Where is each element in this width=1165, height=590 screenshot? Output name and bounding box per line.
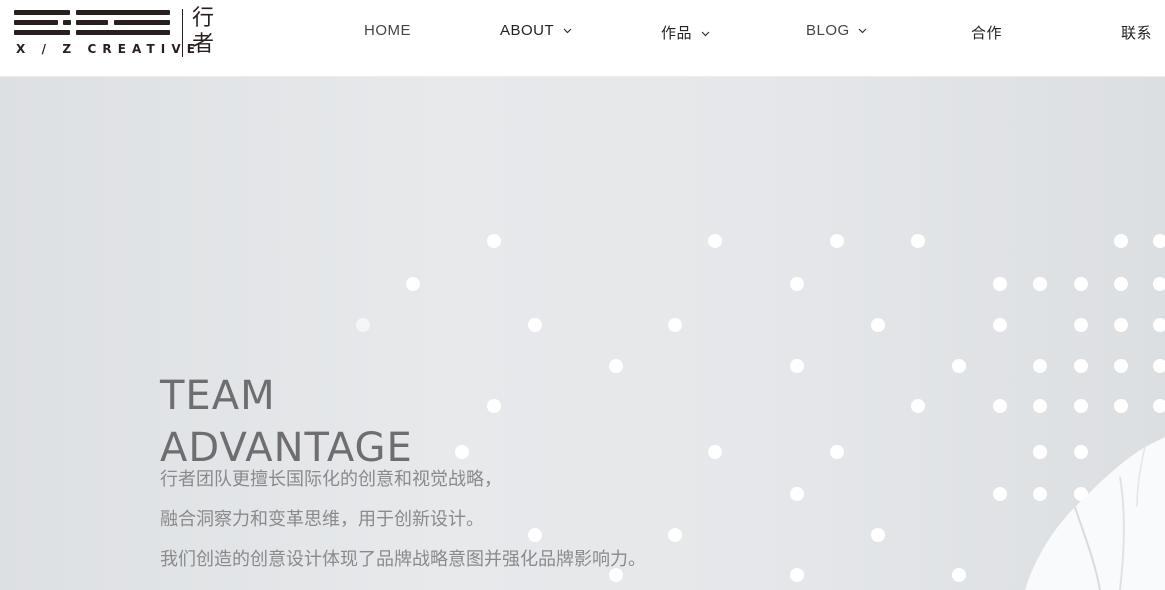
person-figure xyxy=(1025,437,1165,590)
nav-about[interactable]: ABOUT xyxy=(500,22,572,39)
nav-blog-label: BLOG xyxy=(806,22,850,39)
main-nav: HOME ABOUT 作品 BLOG 合作 联系 xyxy=(0,0,1165,64)
nav-contact-label: 联系 xyxy=(1121,25,1153,42)
hero-desc-line-1: 行者团队更擅长国际化的创意和视觉战略， xyxy=(160,469,502,489)
chevron-down-icon xyxy=(701,31,710,37)
nav-cooperate-label: 合作 xyxy=(971,25,1003,42)
nav-blog[interactable]: BLOG xyxy=(806,22,867,39)
hero-desc-line-3: 我们创造的创意设计体现了品牌战略意图并强化品牌影响力。 xyxy=(160,549,646,569)
chevron-down-icon xyxy=(858,28,867,34)
nav-home[interactable]: HOME xyxy=(364,22,411,39)
nav-home-label: HOME xyxy=(364,22,411,39)
nav-works[interactable]: 作品 xyxy=(661,22,710,43)
hero-banner: TEAM ADVANTAGE 行者团队更擅长国际化的创意和视觉战略， 融合洞察力… xyxy=(0,77,1165,590)
nav-cooperate[interactable]: 合作 xyxy=(971,22,1002,43)
chevron-down-icon xyxy=(563,28,572,34)
nav-contact[interactable]: 联系 xyxy=(1121,22,1152,43)
hero-description: 行者团队更擅长国际化的创意和视觉战略， 融合洞察力和变革思维，用于创新设计。 我… xyxy=(160,459,646,579)
nav-about-label: ABOUT xyxy=(500,22,554,39)
site-header: X / Z CREATIVE 行 者 HOME ABOUT 作品 BLOG 合作… xyxy=(0,0,1165,77)
hero-title-line-1: TEAM xyxy=(160,372,276,419)
nav-works-label: 作品 xyxy=(661,25,693,42)
hero-desc-line-2: 融合洞察力和变革思维，用于创新设计。 xyxy=(160,509,484,529)
